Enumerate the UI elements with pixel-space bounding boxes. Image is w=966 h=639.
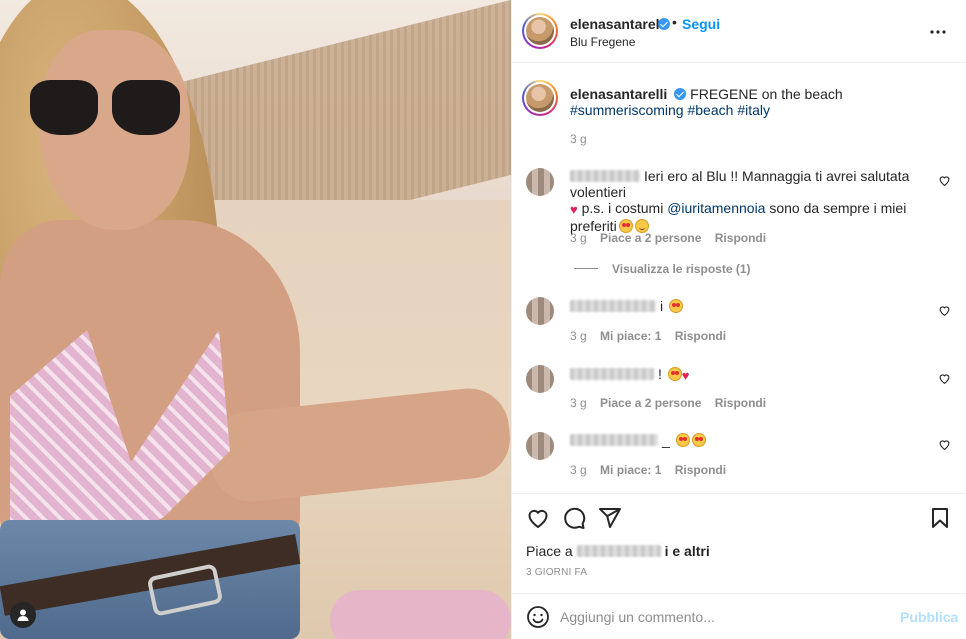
comment-likes[interactable]: Mi piace: 1 [600, 329, 661, 343]
caption-username[interactable]: elenasantarelli [570, 86, 667, 102]
comment-username-blurred[interactable] [570, 434, 658, 446]
comment-avatar[interactable] [526, 365, 554, 393]
emoji-icon[interactable] [526, 605, 550, 629]
comment-time: 3 g [570, 231, 587, 245]
follow-button[interactable]: Segui [682, 16, 720, 32]
more-icon[interactable] [928, 22, 948, 42]
comment-likes[interactable]: Mi piace: 1 [600, 463, 661, 477]
likes-summary[interactable]: Piace a i e altri [526, 543, 710, 559]
mention-link[interactable]: @iuritamennoia [667, 200, 765, 216]
publish-button[interactable]: Pubblica [900, 609, 958, 625]
comment-time: 3 g [570, 463, 587, 477]
view-replies-button[interactable]: Visualizza le risposte (1) [570, 262, 751, 276]
comment-text: Ieri ero al Blu !! Mannaggia ti avrei sa… [570, 168, 910, 234]
comment-input[interactable] [560, 605, 880, 629]
photo-sunglasses [30, 80, 180, 135]
reply-button[interactable]: Rispondi [675, 463, 726, 477]
separator-dot: • [672, 14, 677, 30]
verified-icon [658, 18, 670, 30]
caption-time: 3 g [570, 132, 587, 146]
post-photo [0, 0, 511, 639]
action-bar [512, 493, 966, 539]
star-eyes-emoji-icon [675, 433, 690, 447]
comment-meta: 3 g Piace a 2 persone Rispondi [570, 231, 776, 245]
liker-username-blurred[interactable] [576, 545, 661, 557]
comment-meta: 3 g Mi piace: 1 Rispondi [570, 329, 736, 343]
post-header: elenasantarelli • Segui Blu Fregene [512, 0, 966, 63]
comment-text: ! ♥ [570, 366, 940, 384]
comment-avatar[interactable] [526, 432, 554, 460]
reply-button[interactable]: Rispondi [675, 329, 726, 343]
star-eyes-emoji-icon [667, 367, 682, 381]
avatar[interactable] [522, 13, 558, 49]
location-link[interactable]: Blu Fregene [570, 35, 635, 49]
star-eyes-emoji-icon [669, 299, 684, 313]
add-comment-bar: Pubblica [512, 593, 966, 639]
comment-avatar[interactable] [526, 297, 554, 325]
comment-username-blurred[interactable] [570, 368, 654, 380]
photo-towel [330, 590, 511, 639]
comment-text: i [570, 298, 940, 314]
comment-likes[interactable]: Piace a 2 persone [600, 396, 701, 410]
post-caption: elenasantarelli FREGENE on the beach #su… [570, 86, 950, 118]
user-icon[interactable] [10, 602, 36, 628]
comment-time: 3 g [570, 329, 587, 343]
comment-likes[interactable]: Piace a 2 persone [600, 231, 701, 245]
comment-avatar[interactable] [526, 168, 554, 196]
comment-meta: 3 g Piace a 2 persone Rispondi [570, 396, 776, 410]
heart-emoji-icon: ♥ [681, 368, 690, 383]
comment-meta: 3 g Mi piace: 1 Rispondi [570, 463, 736, 477]
hashtag-link[interactable]: #beach [687, 102, 733, 118]
verified-icon [674, 88, 687, 100]
comment-icon[interactable] [562, 506, 586, 530]
caption-avatar[interactable] [522, 80, 558, 116]
comment-username-blurred[interactable] [570, 170, 640, 182]
comment-text: _ [570, 432, 940, 448]
bookmark-icon[interactable] [928, 506, 952, 530]
post-date: 3 GIORNI FA [526, 567, 588, 578]
heart-icon[interactable] [526, 506, 550, 530]
post-panel: elenasantarelli • Segui Blu Fregene elen… [511, 0, 966, 639]
star-eyes-emoji-icon [691, 433, 706, 447]
heart-emoji-icon: ♥ [570, 202, 578, 217]
hashtag-link[interactable]: #italy [737, 102, 770, 118]
reply-button[interactable]: Rispondi [715, 396, 766, 410]
share-icon[interactable] [598, 506, 622, 530]
heart-icon[interactable] [938, 438, 951, 451]
header-username[interactable]: elenasantarelli [570, 16, 667, 32]
heart-icon[interactable] [938, 174, 951, 187]
heart-icon[interactable] [938, 304, 951, 317]
comment-time: 3 g [570, 396, 587, 410]
comment-username-blurred[interactable] [570, 300, 656, 312]
reply-button[interactable]: Rispondi [715, 231, 766, 245]
hashtag-link[interactable]: #summeriscoming [570, 102, 684, 118]
caption-text: FREGENE on the beach [690, 86, 843, 102]
heart-icon[interactable] [938, 372, 951, 385]
